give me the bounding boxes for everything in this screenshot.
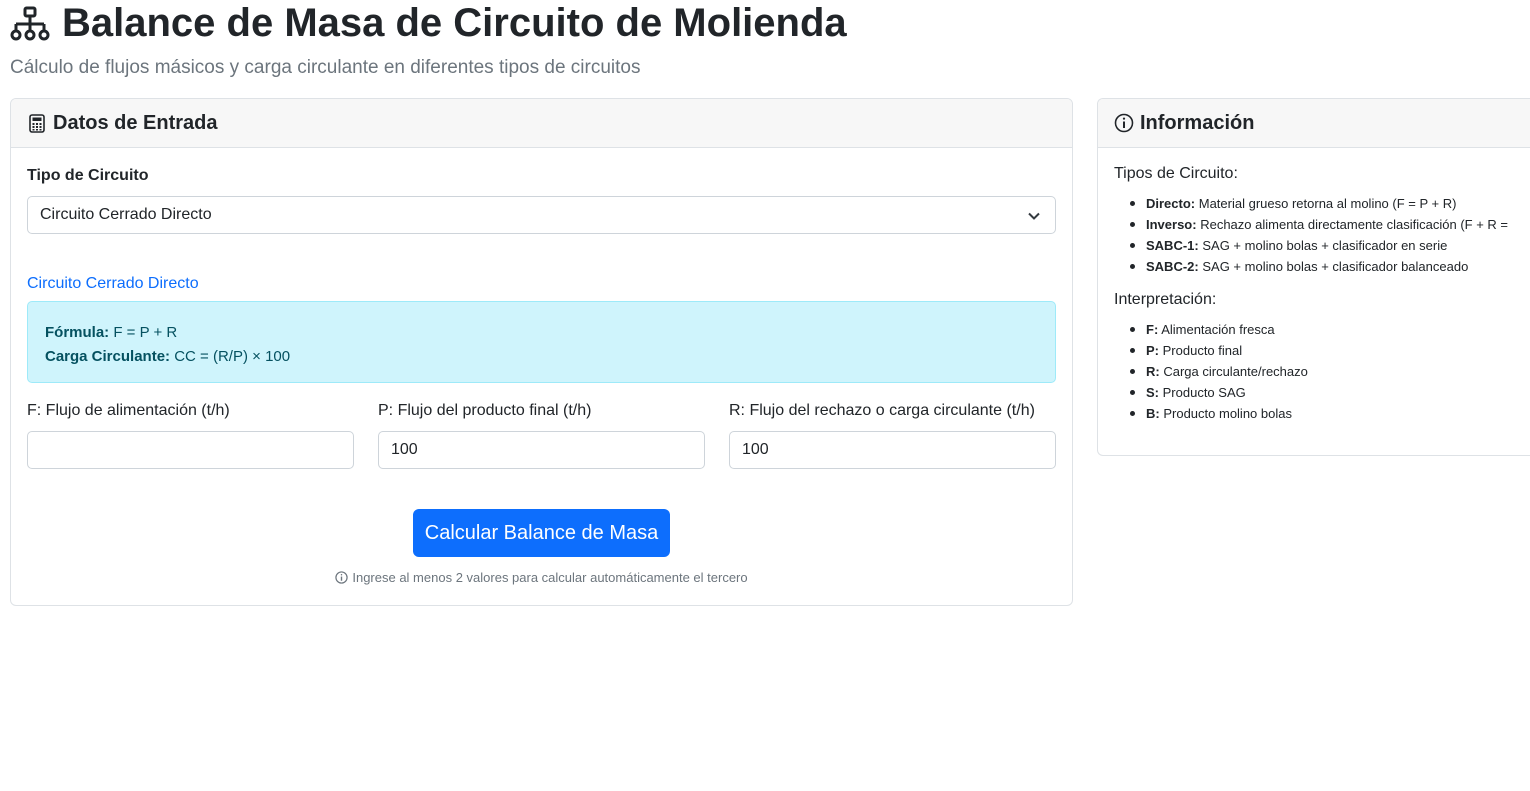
page-subtitle: Cálculo de flujos másicos y carga circul… (10, 57, 641, 78)
info-circle-icon (1114, 113, 1134, 133)
info-card-title: Información (1140, 111, 1255, 134)
formula-alert: Fórmula: F = P + R Carga Circulante: CC … (27, 301, 1056, 383)
input-card-title: Datos de Entrada (53, 111, 218, 134)
circulating-load-value: CC = (R/P) × 100 (174, 348, 291, 365)
circuit-types-heading: Tipos de Circuito: (1114, 165, 1238, 182)
list-item: P: Producto final (1114, 340, 1530, 361)
list-item: Directo: Material grueso retorna al moli… (1114, 193, 1530, 214)
info-card: Información Tipos de Circuito: Directo: … (1097, 98, 1530, 456)
input-card-header: Datos de Entrada (11, 99, 1072, 148)
circuit-title: Circuito Cerrado Directo (27, 275, 199, 292)
formula-value: F = P + R (113, 324, 178, 341)
circuit-type-label: Tipo de Circuito (27, 167, 149, 184)
chevron-down-icon (1027, 209, 1041, 228)
circuit-types-list: Directo: Material grueso retorna al moli… (1114, 193, 1530, 277)
feed-flow-label: F: Flujo de alimentación (t/h) (27, 402, 230, 419)
formula-label: Fórmula: (45, 324, 110, 341)
calculator-icon (27, 113, 47, 133)
circuit-type-select[interactable]: Circuito Cerrado Directo (27, 196, 1056, 234)
input-card: Datos de Entrada Tipo de Circuito Circui… (10, 98, 1073, 606)
page-title-text: Balance de Masa de Circuito de Molienda (62, 1, 847, 45)
hint-text-row: Ingrese al menos 2 valores para calcular… (11, 570, 1072, 585)
circuit-type-selected: Circuito Cerrado Directo (40, 206, 212, 223)
circulating-load-line: Carga Circulante: CC = (R/P) × 100 (45, 345, 1038, 369)
reject-flow-label: R: Flujo del rechazo o carga circulante … (729, 402, 1035, 419)
info-body: Tipos de Circuito: Directo: Material gru… (1114, 165, 1530, 436)
list-item: SABC-1: SAG + molino bolas + clasificado… (1114, 235, 1530, 256)
list-item: B: Producto molino bolas (1114, 403, 1530, 424)
list-item: SABC-2: SAG + molino bolas + clasificado… (1114, 256, 1530, 277)
interpretation-heading: Interpretación: (1114, 291, 1217, 308)
interpretation-list: F: Alimentación fresca P: Producto final… (1114, 319, 1530, 424)
info-circle-icon (335, 571, 349, 584)
product-flow-input[interactable] (378, 431, 705, 469)
diagram-3-icon (10, 4, 52, 44)
feed-flow-input[interactable] (27, 431, 354, 469)
list-item: Inverso: Rechazo alimenta directamente c… (1114, 214, 1530, 235)
formula-line: Fórmula: F = P + R (45, 321, 1038, 345)
list-item: S: Producto SAG (1114, 382, 1530, 403)
product-flow-label: P: Flujo del producto final (t/h) (378, 402, 592, 419)
circulating-load-label: Carga Circulante: (45, 348, 171, 365)
page-header: Balance de Masa de Circuito de Molienda (10, 0, 847, 46)
list-item: F: Alimentación fresca (1114, 319, 1530, 340)
page-title: Balance de Masa de Circuito de Molienda (10, 0, 847, 46)
list-item: R: Carga circulante/rechazo (1114, 361, 1530, 382)
reject-flow-input[interactable] (729, 431, 1056, 469)
hint-text: Ingrese al menos 2 valores para calcular… (352, 570, 748, 585)
info-card-header: Información (1098, 99, 1530, 148)
calculate-button[interactable]: Calcular Balance de Masa (413, 509, 670, 557)
